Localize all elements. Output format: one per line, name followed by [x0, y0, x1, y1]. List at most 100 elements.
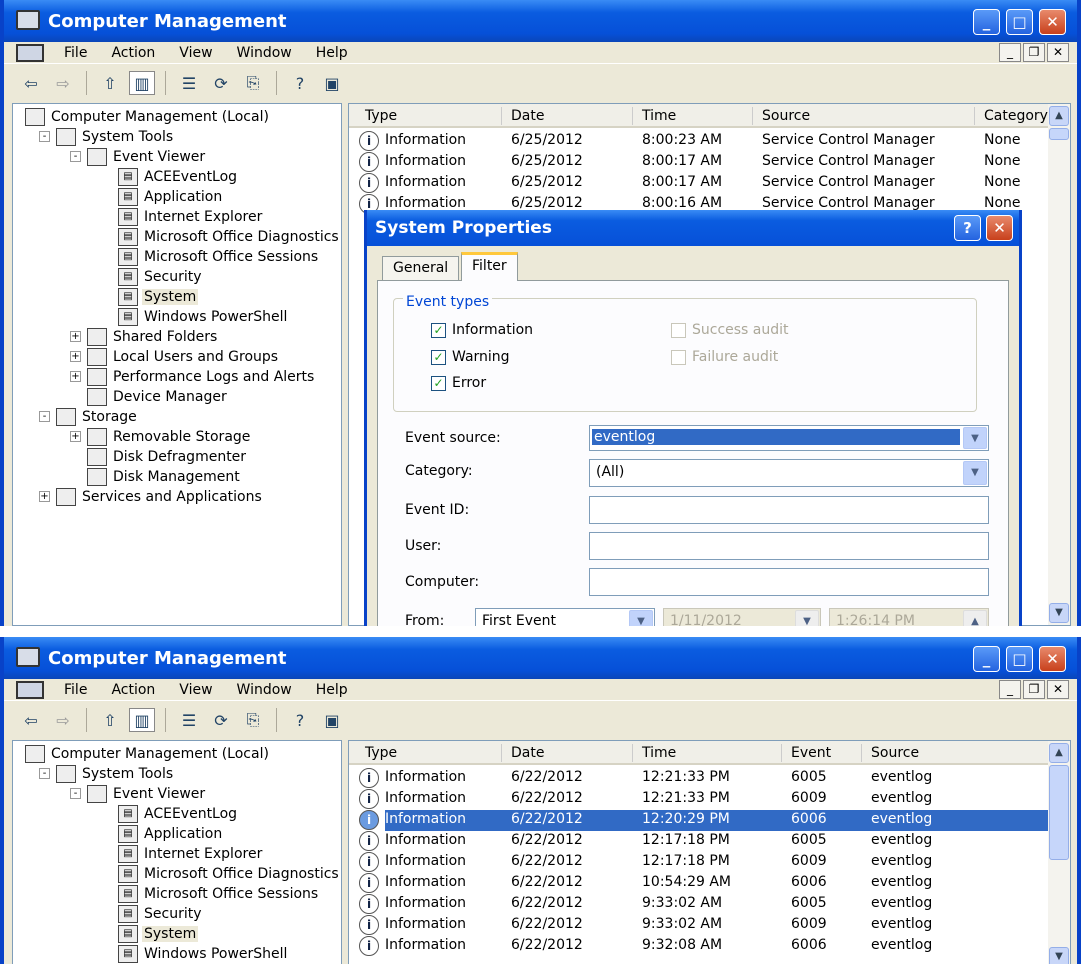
collapse-icon[interactable]: - [70, 788, 81, 799]
tree-item[interactable]: +Performance Logs and Alerts [87, 367, 316, 387]
table-row[interactable]: iInformation6/22/201212:21:33 PM6005even… [349, 768, 1048, 789]
help-button[interactable]: ? [954, 215, 981, 241]
refresh-icon[interactable]: ⟳ [208, 71, 234, 95]
minimize-button[interactable]: _ [973, 9, 1000, 35]
tree-item[interactable]: Disk Management [87, 467, 242, 487]
menu-view[interactable]: View [167, 682, 224, 698]
minimize-button[interactable]: _ [973, 646, 1000, 672]
tree-item[interactable]: ▤System [118, 924, 198, 944]
help-icon[interactable]: ? [287, 71, 313, 95]
column-divider[interactable] [501, 107, 502, 125]
show-hide-tree-icon[interactable]: ▥ [129, 708, 155, 732]
information-checkbox[interactable]: ✓Information [431, 322, 533, 338]
tree-item[interactable]: +Local Users and Groups [87, 347, 280, 367]
table-row[interactable]: iInformation6/25/20128:00:23 AMService C… [349, 131, 1048, 152]
menu-file[interactable]: File [52, 45, 99, 61]
tree-item[interactable]: -Event Viewer [87, 784, 207, 804]
expand-icon[interactable]: + [70, 351, 81, 362]
tree-item[interactable]: ▤Internet Explorer [118, 844, 264, 864]
console-icon[interactable] [16, 44, 44, 62]
collapse-icon[interactable]: - [39, 411, 50, 422]
tree-item[interactable]: -System Tools [56, 764, 175, 784]
dialog-close-button[interactable]: ✕ [986, 215, 1013, 241]
spin-up-icon[interactable]: ▲ [963, 610, 987, 626]
menu-view[interactable]: View [167, 45, 224, 61]
column-divider[interactable] [501, 744, 502, 762]
table-row[interactable]: iInformation6/25/20128:00:17 AMService C… [349, 173, 1048, 194]
from-select[interactable]: First Event▼ [475, 608, 655, 626]
from-date-picker[interactable]: 1/11/2012▼ [663, 608, 821, 626]
chevron-down-icon[interactable]: ▼ [963, 427, 987, 449]
column-header-source[interactable]: Source [762, 108, 810, 124]
vertical-scrollbar[interactable]: ▲▼ [1048, 741, 1070, 964]
mdi-minimize-button[interactable]: _ [999, 680, 1021, 699]
failure-audit-checkbox[interactable]: Failure audit [671, 349, 778, 365]
console-view-icon[interactable]: ▣ [319, 71, 345, 95]
tree-item[interactable]: -Event Viewer [87, 147, 207, 167]
column-header-time[interactable]: Time [642, 745, 676, 761]
scroll-thumb[interactable] [1049, 128, 1069, 140]
tree-item[interactable]: Device Manager [87, 387, 229, 407]
table-row[interactable]: iInformation6/22/20129:33:02 AM6005event… [349, 894, 1048, 915]
column-header-source[interactable]: Source [871, 745, 919, 761]
column-header-event[interactable]: Event [791, 745, 831, 761]
collapse-icon[interactable]: - [39, 131, 50, 142]
tree-item[interactable]: ▤Security [118, 267, 204, 287]
column-header-category[interactable]: Category [984, 108, 1048, 124]
menu-action[interactable]: Action [99, 45, 167, 61]
from-time-spinner[interactable]: 1:26:14 PM▲ [829, 608, 989, 626]
success-audit-checkbox[interactable]: Success audit [671, 322, 789, 338]
tree-item[interactable]: ▤Application [118, 187, 224, 207]
tree-item[interactable]: +Services and Applications [56, 487, 264, 507]
tree-item[interactable]: +Shared Folders [87, 327, 219, 347]
tree-item[interactable]: ▤Security [118, 904, 204, 924]
forward-icon[interactable]: ⇨ [50, 71, 76, 95]
tab-filter[interactable]: Filter [461, 252, 518, 281]
back-icon[interactable]: ⇦ [18, 708, 44, 732]
column-header-type[interactable]: Type [365, 745, 397, 761]
column-header-date[interactable]: Date [511, 745, 544, 761]
maximize-button[interactable]: □ [1006, 9, 1033, 35]
dialog-title-bar[interactable]: System Properties ? ✕ [367, 210, 1019, 246]
back-icon[interactable]: ⇦ [18, 71, 44, 95]
menu-help[interactable]: Help [304, 682, 360, 698]
collapse-icon[interactable]: - [39, 768, 50, 779]
properties-icon[interactable]: ☰ [176, 71, 202, 95]
up-folder-icon[interactable]: ⇧ [97, 71, 123, 95]
column-divider[interactable] [781, 744, 782, 762]
event-id-input[interactable] [589, 496, 989, 524]
chevron-down-icon[interactable]: ▼ [795, 610, 819, 626]
title-bar[interactable]: Computer Management _ □ ✕ [4, 637, 1077, 679]
scroll-thumb[interactable] [1049, 765, 1069, 860]
table-row[interactable]: iInformation6/25/20128:00:17 AMService C… [349, 152, 1048, 173]
error-checkbox[interactable]: ✓Error [431, 375, 486, 391]
table-row[interactable]: iInformation6/22/201212:21:33 PM6009even… [349, 789, 1048, 810]
mdi-minimize-button[interactable]: _ [999, 43, 1021, 62]
tree-item[interactable]: ▤Microsoft Office Sessions [118, 247, 320, 267]
tree-item[interactable]: ▤ACEEventLog [118, 167, 239, 187]
scroll-up-button[interactable]: ▲ [1049, 106, 1069, 126]
category-select[interactable]: (All)▼ [589, 459, 989, 487]
tree-item[interactable]: Computer Management (Local) [25, 744, 271, 764]
column-divider[interactable] [974, 107, 975, 125]
expand-icon[interactable]: + [70, 331, 81, 342]
tree-item[interactable]: Disk Defragmenter [87, 447, 248, 467]
user-input[interactable] [589, 532, 989, 560]
tree-item[interactable]: ▤Application [118, 824, 224, 844]
table-row[interactable]: iInformation6/22/20129:33:02 AM6009event… [349, 915, 1048, 936]
table-row[interactable]: iInformation6/22/201212:17:18 PM6009even… [349, 852, 1048, 873]
tree-item[interactable]: ▤Microsoft Office Sessions [118, 884, 320, 904]
export-list-icon[interactable]: ⎘ [240, 71, 266, 95]
properties-icon[interactable]: ☰ [176, 708, 202, 732]
menu-window[interactable]: Window [225, 45, 304, 61]
close-button[interactable]: ✕ [1039, 646, 1066, 672]
column-divider[interactable] [632, 744, 633, 762]
warning-checkbox[interactable]: ✓Warning [431, 349, 510, 365]
help-icon[interactable]: ? [287, 708, 313, 732]
scroll-down-button[interactable]: ▼ [1049, 947, 1069, 964]
mdi-restore-button[interactable]: ❐ [1023, 680, 1045, 699]
console-icon[interactable] [16, 681, 44, 699]
event-source-select[interactable]: eventlog▼ [589, 425, 989, 451]
column-header-time[interactable]: Time [642, 108, 676, 124]
column-divider[interactable] [752, 107, 753, 125]
